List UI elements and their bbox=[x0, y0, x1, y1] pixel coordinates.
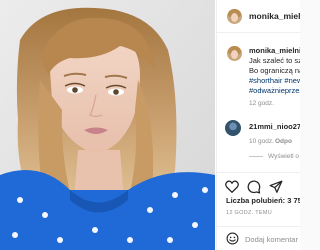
author-username[interactable]: monika_mielnic bbox=[249, 11, 300, 21]
hashtag-link[interactable]: #shorthair #new bbox=[249, 76, 300, 86]
comment-input[interactable] bbox=[245, 232, 300, 246]
hashtag-link[interactable]: #odważnieprzeż bbox=[249, 86, 300, 96]
caption-text: monika_mielnic Jak szaleć to sza Bo ogra… bbox=[249, 46, 300, 96]
emoji-icon[interactable] bbox=[226, 232, 239, 245]
post-timestamp: 12 GODZ. TEMU bbox=[226, 210, 272, 216]
instagram-post: monika_mielnic monika_mielnic Jak szaleć… bbox=[0, 0, 300, 250]
comment-time: 10 godz. bbox=[249, 138, 274, 145]
caption-time: 12 godz. bbox=[249, 100, 274, 107]
author-avatar[interactable] bbox=[227, 9, 242, 24]
view-replies-link[interactable]: Wyświetl o bbox=[249, 153, 299, 160]
heart-icon[interactable] bbox=[225, 180, 239, 193]
commenter-avatar[interactable] bbox=[225, 120, 241, 136]
reply-button[interactable]: Odpo bbox=[275, 138, 292, 145]
post-caption: monika_mielnic Jak szaleć to sza Bo ogra… bbox=[217, 33, 300, 117]
portrait-image bbox=[0, 0, 215, 250]
post-header: monika_mielnic bbox=[217, 0, 300, 33]
likes-count[interactable]: Liczba polubień: 3 757 bbox=[226, 196, 300, 205]
caption-line: Jak szaleć to sza bbox=[249, 56, 300, 65]
caption-line: Bo ograniczą na bbox=[249, 66, 300, 75]
commenter-username[interactable]: 21mmi_nioo27 bbox=[249, 122, 300, 131]
share-icon[interactable] bbox=[269, 180, 283, 194]
comment-icon[interactable] bbox=[247, 180, 261, 194]
view-replies-label: Wyświetl o bbox=[268, 153, 300, 160]
post-photo[interactable] bbox=[0, 0, 215, 250]
caption-username[interactable]: monika_mielnic bbox=[249, 46, 300, 56]
post-details-panel: monika_mielnic monika_mielnic Jak szaleć… bbox=[216, 0, 300, 250]
replies-dash bbox=[249, 155, 263, 157]
add-comment-bar bbox=[217, 226, 300, 250]
caption-avatar[interactable] bbox=[227, 46, 242, 61]
